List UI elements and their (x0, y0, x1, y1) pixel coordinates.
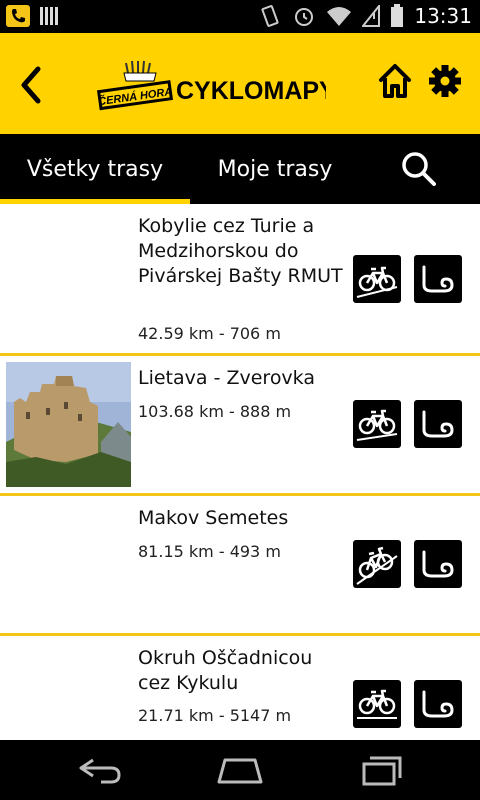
system-navigation-bar (0, 740, 480, 800)
wifi-icon (327, 7, 352, 26)
route-distance-elevation: 81.15 km - 493 m (138, 542, 281, 561)
recent-apps-icon[interactable] (358, 752, 408, 788)
tab-my-routes-label: Moje trasy (217, 156, 333, 182)
route-list: Kobylie cez Turie a Medzihorskou do Pivá… (0, 204, 480, 740)
route-distance-elevation: 42.59 km - 706 m (138, 324, 281, 343)
route-profile-button[interactable] (414, 400, 462, 448)
mountain-bike-icon (356, 546, 398, 585)
home-icon[interactable] (378, 63, 412, 99)
tab-all-routes[interactable]: Všetky trasy (0, 134, 190, 204)
bike-type-button[interactable] (353, 400, 401, 448)
route-list-item[interactable]: Lietava - Zverovka 103.68 km - 888 m (0, 356, 480, 496)
mountain-bike-icon (357, 689, 397, 719)
route-distance-elevation: 21.71 km - 5147 m (138, 706, 292, 725)
signal-icon (362, 5, 381, 27)
route-photo (6, 362, 131, 487)
phone-call-icon (6, 5, 30, 27)
svg-text:CYKLOMAPY.SK: CYKLOMAPY.SK (176, 77, 326, 105)
alarm-icon (295, 8, 314, 26)
route-profile-button[interactable] (414, 680, 462, 728)
mountain-bike-icon (356, 409, 398, 441)
route-profile-icon (422, 690, 454, 718)
cyklomapy-logo: ČERNÁ HORA CYKLOMAPY.SK (96, 60, 326, 111)
barcode-icon (40, 7, 58, 25)
settings-gear-icon[interactable] (428, 63, 462, 99)
tab-bar: Všetky trasy Moje trasy (0, 134, 480, 204)
route-title: Kobylie cez Turie a Medzihorskou do Pivá… (138, 215, 343, 287)
route-title: Makov Semetes (138, 507, 289, 529)
route-distance-elevation: 103.68 km - 888 m (138, 402, 292, 421)
vibrate-icon (261, 5, 279, 27)
app-bar: ČERNÁ HORA CYKLOMAPY.SK (0, 33, 480, 134)
route-list-item[interactable]: Kobylie cez Turie a Medzihorskou do Pivá… (0, 204, 480, 356)
route-list-item[interactable]: Okruh Oščadnicou cez Kykulu 21.71 km - 5… (0, 636, 480, 740)
route-profile-button[interactable] (414, 540, 462, 588)
search-icon[interactable] (400, 150, 438, 188)
route-profile-icon (422, 410, 454, 438)
route-profile-icon (422, 265, 454, 293)
status-bar: 13:31 (0, 0, 480, 33)
bike-type-button[interactable] (353, 680, 401, 728)
bike-type-button[interactable] (353, 540, 401, 588)
route-title: Okruh Oščadnicou cez Kykulu (138, 647, 313, 694)
route-profile-button[interactable] (414, 255, 462, 303)
clock: 13:31 (414, 4, 472, 28)
route-title: Lietava - Zverovka (138, 367, 315, 389)
back-arrow-icon[interactable] (16, 65, 48, 105)
home-nav-icon[interactable] (215, 752, 265, 788)
battery-icon (391, 4, 404, 27)
tab-all-routes-label: Všetky trasy (26, 156, 164, 182)
route-profile-icon (422, 550, 454, 578)
mountain-bike-icon (356, 266, 398, 298)
back-nav-icon[interactable] (75, 752, 125, 788)
tab-my-routes[interactable]: Moje trasy (190, 134, 360, 204)
route-list-item[interactable]: Makov Semetes 81.15 km - 493 m (0, 496, 480, 636)
bike-type-button[interactable] (353, 255, 401, 303)
